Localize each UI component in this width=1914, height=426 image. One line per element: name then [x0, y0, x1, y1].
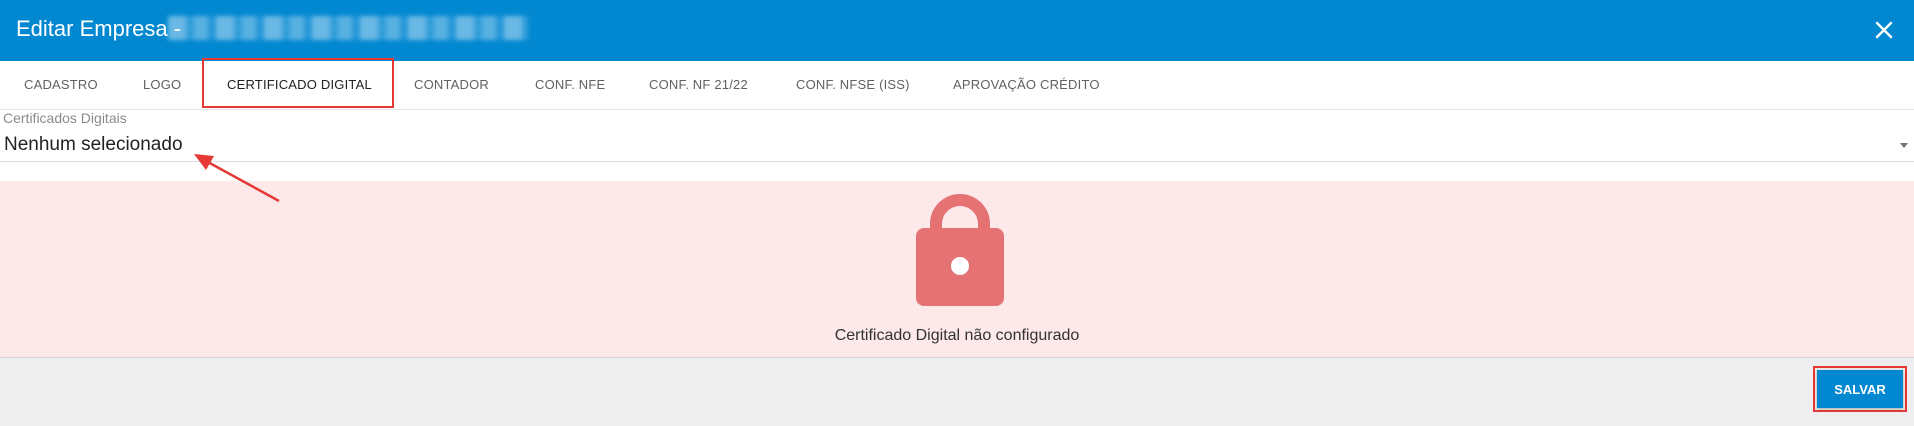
tab-contador[interactable]: CONTADOR [414, 61, 489, 109]
dialog-header: Editar Empresa - [0, 0, 1914, 61]
tab-conf-nfe[interactable]: CONF. NFE [535, 61, 605, 109]
certificate-status-message: Certificado Digital não configurado [834, 327, 1080, 344]
dialog-title: Editar Empresa - [16, 16, 182, 41]
tab-logo[interactable]: LOGO [143, 61, 181, 109]
tab-conf-nfse-iss[interactable]: CONF. NFSE (ISS) [796, 61, 910, 109]
dialog-footer [0, 357, 1914, 426]
certificates-field-underline [0, 161, 1914, 162]
certificates-field-label: Certificados Digitais [3, 110, 127, 126]
save-button[interactable]: SALVAR [1817, 370, 1903, 408]
tab-aprovacao-credito[interactable]: APROVAÇÃO CRÉDITO [953, 61, 1100, 109]
redacted-company-name [168, 16, 528, 40]
close-icon [1875, 21, 1893, 39]
tab-highlight-box [202, 58, 394, 108]
unlocked-padlock-icon [916, 194, 1004, 306]
tab-conf-nf-21-22[interactable]: CONF. NF 21/22 [649, 61, 748, 109]
tab-cadastro[interactable]: CADASTRO [24, 61, 98, 109]
certificates-select[interactable]: Nenhum selecionado [4, 134, 183, 156]
dropdown-caret-icon[interactable] [1900, 143, 1908, 148]
close-button[interactable] [1868, 14, 1900, 46]
